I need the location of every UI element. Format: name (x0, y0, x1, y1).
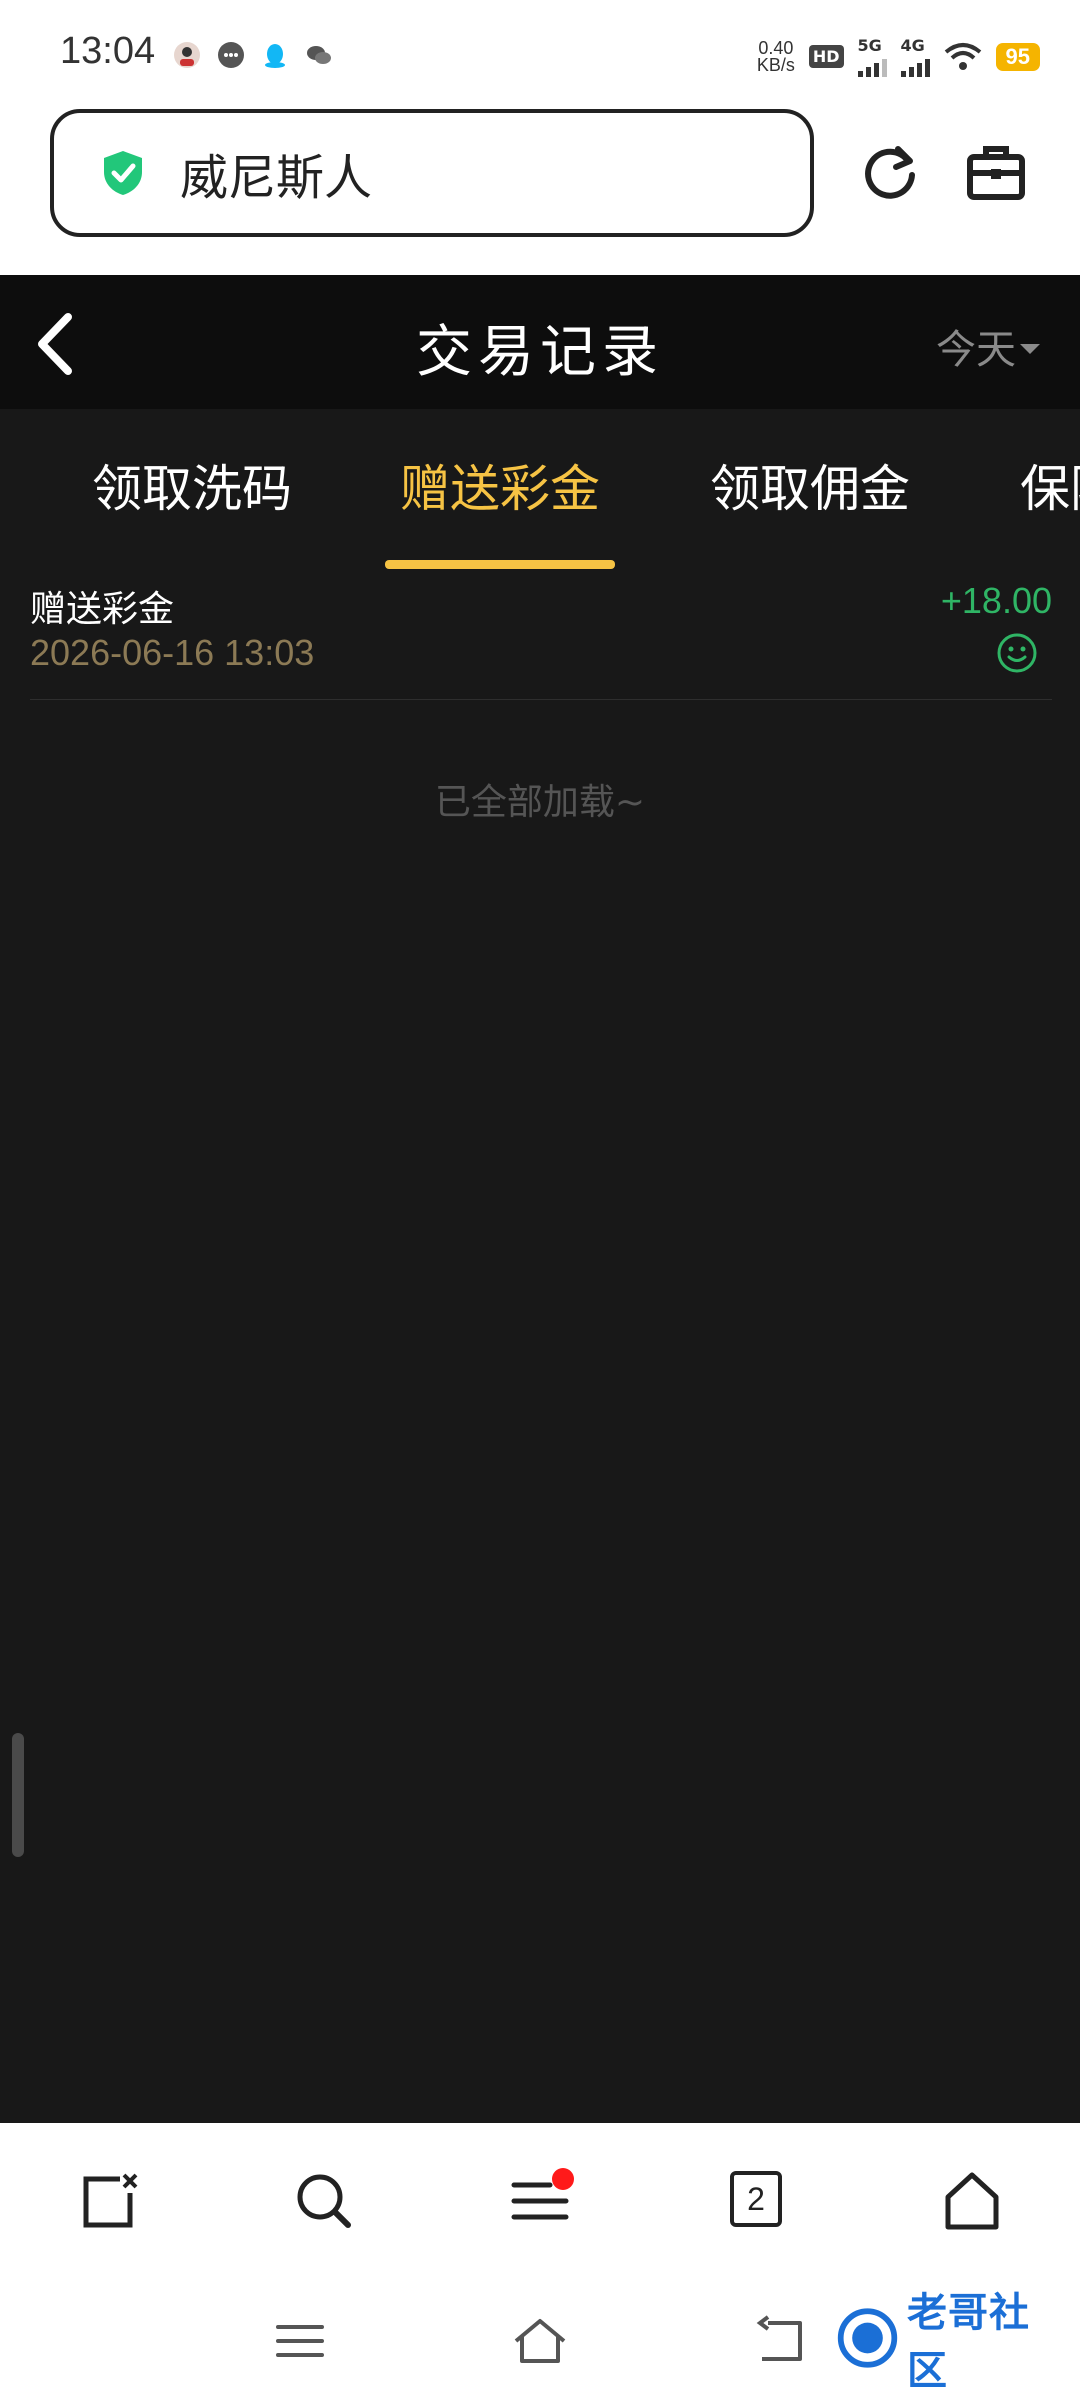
hd-voice-icon: HD (808, 45, 844, 68)
browser-address-bar: 威尼斯人 (0, 105, 1080, 275)
system-status-icons: 0.40 KB/s HD 5G 4G 95 (757, 36, 1040, 77)
scrollbar-thumb[interactable] (12, 1733, 24, 1857)
network-speed-value: 0.40 (758, 37, 794, 58)
sim1-network-label: 5G (857, 36, 882, 55)
home-icon[interactable] (942, 2171, 1002, 2231)
watermark-logo: 老哥社区 (834, 2290, 1064, 2394)
transaction-page: 交易记录 今天 领取洗码 赠送彩金 领取佣金 保险 赠送彩金 2026-06-1… (0, 275, 1080, 2123)
date-filter-dropdown[interactable]: 今天 (936, 317, 1040, 375)
close-page-icon[interactable] (80, 2171, 140, 2231)
sim1-signal: 5G (857, 36, 887, 77)
record-amount: +18.00 (940, 580, 1052, 621)
notification-dot-icon (552, 2168, 574, 2190)
toolbox-icon[interactable] (964, 141, 1028, 205)
sim2-signal: 4G (900, 36, 930, 77)
network-speed-unit: KB/s (756, 54, 795, 75)
signal-bars-icon (857, 55, 887, 77)
signal-bars-icon (900, 55, 930, 77)
system-home-icon[interactable] (512, 2313, 568, 2369)
sim2-network-label: 4G (900, 36, 925, 55)
shield-check-icon (104, 151, 142, 195)
tab-commission[interactable]: 领取佣金 (710, 449, 910, 521)
record-time: 2026-06-16 13:03 (30, 632, 315, 673)
status-time: 13:04 (60, 30, 156, 72)
watermark-text: 老哥社区 (907, 2290, 1031, 2394)
record-type-tabs: 领取洗码 赠送彩金 领取佣金 保险 (0, 409, 1080, 559)
avatar-notification-icon (174, 42, 200, 68)
wifi-icon (944, 42, 981, 70)
status-bar: 13:04 0.40 KB/s HD 5G 4G 95 (0, 0, 1080, 105)
qq-notification-icon (265, 44, 285, 68)
list-end-text: 已全部加载~ (434, 782, 646, 823)
record-title: 赠送彩金 (30, 589, 175, 630)
url-field[interactable]: 威尼斯人 (50, 109, 814, 237)
browser-toolbar: 2 (0, 2123, 1080, 2273)
message-notification-icon (218, 42, 244, 68)
page-header: 交易记录 今天 (0, 275, 1080, 409)
tab-wash-code[interactable]: 领取洗码 (92, 449, 292, 521)
smile-icon (997, 633, 1037, 673)
system-back-icon[interactable] (752, 2313, 808, 2369)
recent-apps-icon[interactable] (272, 2313, 328, 2369)
search-icon[interactable] (294, 2171, 354, 2231)
dragon-logo-icon (837, 2308, 898, 2368)
active-tab-indicator (385, 560, 615, 569)
list-item[interactable]: 赠送彩金 2026-06-16 13:03 +18.00 (30, 580, 1052, 700)
tab-bonus-gift[interactable]: 赠送彩金 (400, 449, 600, 521)
battery-indicator: 95 (995, 42, 1040, 71)
system-navigation-bar: 老哥社区 (0, 2273, 1080, 2400)
notification-icons (172, 40, 334, 70)
network-speed: 0.40 KB/s (756, 37, 795, 75)
wechat-notification-icon (307, 46, 331, 64)
tab-insurance[interactable]: 保险 (1020, 449, 1080, 521)
reload-icon[interactable] (858, 141, 922, 205)
caret-down-icon (1020, 344, 1040, 354)
tab-switcher-button[interactable]: 2 (730, 2171, 782, 2227)
page-title: 交易记录 (416, 320, 664, 385)
date-filter-label: 今天 (936, 327, 1016, 373)
page-url-title: 威尼斯人 (180, 150, 373, 206)
